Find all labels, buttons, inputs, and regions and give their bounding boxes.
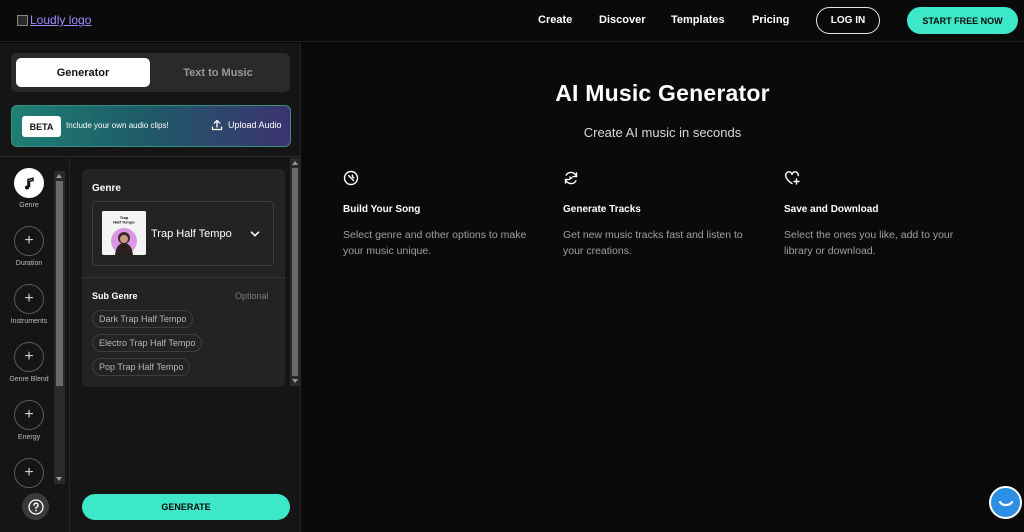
scrollbar-thumb[interactable] [292, 168, 298, 376]
steps-scrollbar[interactable] [54, 171, 65, 484]
upload-audio-label: Upload Audio [228, 120, 282, 130]
genre-title: Genre [92, 183, 121, 194]
step-label: Genre Blend [9, 376, 49, 383]
feature-desc: Select the ones you like, add to your li… [784, 229, 954, 257]
nav-templates[interactable]: Templates [671, 14, 725, 26]
step-instruments[interactable]: + Instruments [0, 284, 58, 325]
subgenre-chip[interactable]: Dark Trap Half Tempo [92, 310, 194, 328]
step-label: Duration [15, 260, 43, 267]
scrollbar-thumb[interactable] [56, 181, 63, 386]
feature-title: Build Your Song [343, 204, 421, 215]
nav-discover[interactable]: Discover [599, 14, 645, 26]
feature-build: Build Your Song Select genre and other o… [343, 170, 533, 259]
optional-label: Optional [235, 291, 269, 301]
chevron-down-icon [250, 231, 260, 237]
subgenre-title: Sub Genre [92, 291, 138, 301]
mode-tabs: Generator Text to Music [11, 53, 290, 92]
plus-icon: + [14, 342, 44, 372]
genre-card: Genre Trap Half Tempo Trap Half Tempo Su… [82, 169, 285, 387]
tab-generator[interactable]: Generator [16, 58, 150, 87]
logo-link[interactable]: Loudly logo [17, 13, 91, 27]
music-note-icon [14, 168, 44, 198]
refresh-icon [564, 171, 578, 185]
plus-icon: + [14, 400, 44, 430]
chat-widget-button[interactable] [989, 486, 1022, 519]
heart-plus-icon [785, 171, 800, 185]
plus-icon: + [14, 458, 44, 488]
feature-desc: Get new music tracks fast and listen to … [563, 229, 743, 257]
feature-desc: Select genre and other options to make y… [343, 229, 527, 257]
upload-icon [211, 119, 223, 131]
logo-alt-text: Loudly logo [30, 13, 92, 27]
generate-button[interactable]: GENERATE [82, 494, 290, 520]
step-genre-blend[interactable]: + Genre Blend [0, 342, 58, 383]
feature-title: Generate Tracks [563, 204, 641, 215]
top-header: Loudly logo Create Discover Templates Pr… [0, 0, 1024, 42]
card-scrollbar[interactable] [290, 158, 300, 386]
plus-icon: + [14, 284, 44, 314]
feature-generate: Generate Tracks Get new music tracks fas… [563, 170, 753, 259]
genre-thumbnail: Trap Half Tempo [102, 211, 146, 255]
scroll-up-icon[interactable] [292, 161, 298, 165]
step-label: Genre [19, 202, 39, 209]
genre-selected-name: Trap Half Tempo [151, 228, 232, 240]
nav-pricing[interactable]: Pricing [752, 14, 789, 26]
step-duration[interactable]: + Duration [0, 226, 58, 267]
feature-title: Save and Download [784, 204, 879, 215]
subgenre-chip[interactable]: Pop Trap Half Tempo [92, 358, 191, 376]
step-energy[interactable]: + Energy [0, 400, 58, 441]
question-icon [27, 498, 44, 515]
nav-create[interactable]: Create [538, 14, 572, 26]
card-divider [82, 277, 285, 278]
feature-save: Save and Download Select the ones you li… [784, 170, 974, 259]
genre-select[interactable]: Trap Half Tempo Trap Half Tempo [92, 201, 274, 266]
subgenre-chip[interactable]: Electro Trap Half Tempo [92, 334, 203, 352]
page-subtitle: Create AI music in seconds [583, 125, 742, 140]
page-title: AI Music Generator [555, 80, 770, 106]
step-label: Instruments [10, 318, 48, 325]
scroll-up-icon[interactable] [56, 174, 62, 178]
step-genre[interactable]: Genre [0, 168, 58, 209]
step-more[interactable]: + [0, 458, 58, 488]
plus-icon: + [14, 226, 44, 256]
start-free-button[interactable]: START FREE NOW [907, 7, 1018, 34]
login-button[interactable]: LOG IN [816, 7, 880, 34]
scroll-down-icon[interactable] [292, 379, 298, 383]
tab-text-to-music[interactable]: Text to Music [151, 58, 285, 87]
chat-smile-icon [998, 500, 1013, 506]
svg-text:Half Tempo: Half Tempo [113, 220, 135, 225]
upload-audio-button[interactable]: Upload Audio [211, 119, 282, 131]
step-label: Energy [17, 434, 41, 441]
beta-text: Include your own audio clips! [66, 121, 169, 130]
help-button[interactable] [22, 493, 49, 520]
broken-image-icon [17, 14, 28, 26]
wrench-icon [343, 170, 359, 186]
scroll-down-icon[interactable] [56, 477, 62, 481]
beta-banner: BETA Include your own audio clips! Uploa… [11, 105, 291, 147]
beta-badge: BETA [22, 116, 61, 137]
